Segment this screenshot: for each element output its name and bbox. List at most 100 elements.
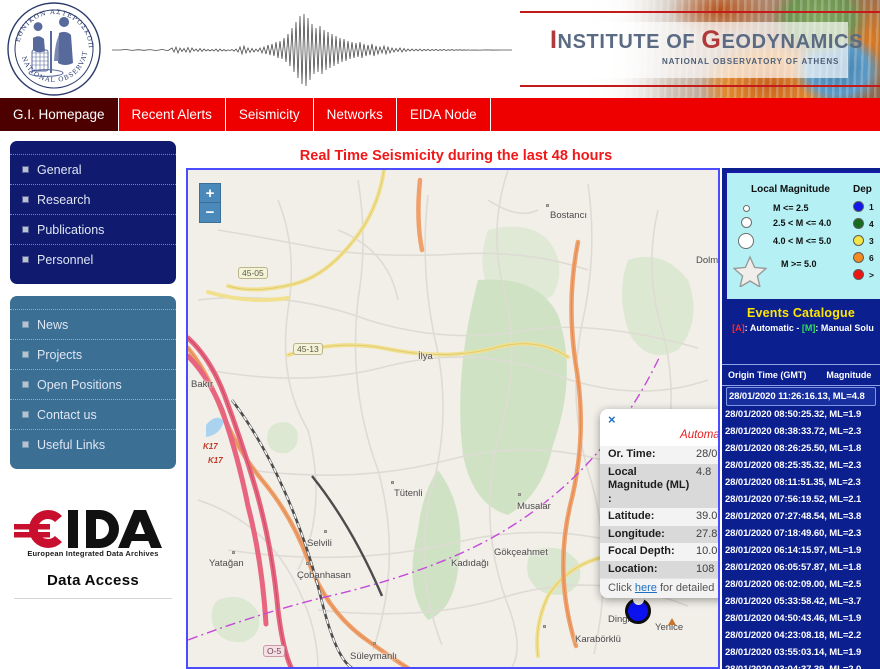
map-label-cobanhasan: Çobanhasan <box>297 570 351 581</box>
legend-label: 1 <box>869 202 874 212</box>
sidebar-item-useful-links[interactable]: Useful Links <box>10 429 176 459</box>
sidebar-item-label: Useful Links <box>37 438 105 452</box>
menu-secondary-bottom-spacer <box>10 459 176 469</box>
popup-value: 10.0 Km <box>694 543 720 561</box>
legend-automatic-tag: [A] <box>732 323 745 333</box>
sidebar-item-projects[interactable]: Projects <box>10 339 176 369</box>
depth-dot-icon <box>853 252 864 263</box>
popup-value: 27.8101 E <box>694 526 720 544</box>
page-title: Real Time Seismicity during the last 48 … <box>186 148 726 164</box>
event-row[interactable]: 28/01/2020 08:38:33.72, ML=2.3 <box>722 423 880 440</box>
data-access-label[interactable]: Data Access <box>8 572 178 589</box>
nav-item-eida-node[interactable]: EIDA Node <box>397 98 491 131</box>
legend-label: > <box>869 270 874 280</box>
sidebar-item-research[interactable]: Research <box>10 184 176 214</box>
event-row[interactable]: 28/01/2020 03:55:03.14, ML=1.9 <box>722 644 880 661</box>
popup-key: Local Magnitude (ML) : <box>600 464 694 509</box>
map-label-bostanci: Bostancı <box>550 210 587 221</box>
popup-key: Or. Time: <box>600 446 694 464</box>
sidebar-item-personnel[interactable]: Personnel <box>10 244 176 274</box>
event-info-popup[interactable]: × Automatic Solution Or. Time: 28/01/202… <box>600 409 720 598</box>
event-row[interactable]: 28/01/2020 03:04:37.39, ML=2.0 <box>722 661 880 669</box>
sidebar-menu-primary: General Research Publications Personnel <box>10 141 176 284</box>
subtitle-mid: : Automatic - <box>745 323 802 333</box>
event-row[interactable]: 28/01/2020 07:18:49.60, ML=2.3 <box>722 525 880 542</box>
popup-close-icon[interactable]: × <box>600 409 618 427</box>
popup-footer-pre: Click <box>608 582 635 594</box>
sidebar-item-label: Projects <box>37 348 82 362</box>
nav-item-seismicity[interactable]: Seismicity <box>226 98 314 131</box>
sidebar-item-open-positions[interactable]: Open Positions <box>10 369 176 399</box>
popup-heading: Automatic Solution <box>600 427 720 446</box>
legend-label: 4.0 < M <= 5.0 <box>773 236 831 246</box>
sidebar-item-contact-us[interactable]: Contact us <box>10 399 176 429</box>
sidebar-item-label: Open Positions <box>37 378 122 392</box>
legend-depth-item-4: 6 <box>853 252 874 263</box>
popup-row-origin-time: Or. Time: 28/01/2020 11:26:16.13 (GMT) <box>600 446 720 464</box>
legend-label: M <= 2.5 <box>773 203 809 213</box>
sidebar-item-publications[interactable]: Publications <box>10 214 176 244</box>
event-row[interactable]: 28/01/2020 06:05:57.87, ML=1.8 <box>722 559 880 576</box>
popup-row-latitude: Latitude: 39.0562 N <box>600 508 720 526</box>
eida-logo-block[interactable]: European Integrated Data Archives Data A… <box>8 507 178 599</box>
event-row[interactable]: 28/01/2020 08:25:35.32, ML=2.3 <box>722 457 880 474</box>
depth-dot-icon <box>853 235 864 246</box>
popup-detail-link[interactable]: here <box>635 582 657 594</box>
place-dot <box>232 551 235 554</box>
legend-label: 4 <box>869 219 874 229</box>
eida-wordmark-icon <box>8 507 178 551</box>
legend-magnitude-title: Local Magnitude <box>751 184 830 195</box>
legend-magnitude-item-2: 2.5 < M <= 4.0 <box>741 217 831 228</box>
event-row[interactable]: 28/01/2020 08:26:25.50, ML=1.8 <box>722 440 880 457</box>
site-header: ΕΘΝΙΚΟΝ ΑΣΤΕΡΟΣΚΟΠΕΙΟΝ ΑΘΗΝΩΝ NATIONAL O… <box>0 0 880 98</box>
event-row[interactable]: 28/01/2020 05:33:58.42, ML=3.7 <box>722 593 880 610</box>
nav-item-networks[interactable]: Networks <box>314 98 397 131</box>
sidebar-item-general[interactable]: General <box>10 154 176 184</box>
events-table-header: Origin Time (GMT) Magnitude <box>722 364 880 386</box>
bullet-icon <box>23 322 28 327</box>
event-row[interactable]: 28/01/2020 11:26:16.13, ML=4.8 <box>726 387 876 406</box>
map-label-tutenli: Tütenli <box>394 488 423 499</box>
zoom-out-button[interactable]: − <box>199 203 221 223</box>
sidebar-menu-secondary: News Projects Open Positions Contact us … <box>10 296 176 469</box>
event-row[interactable]: 28/01/2020 06:02:09.00, ML=2.5 <box>722 576 880 593</box>
event-row[interactable]: 28/01/2020 07:27:48.54, ML=3.8 <box>722 508 880 525</box>
popup-value: 28/01/2020 11:26:16.13 (GMT) <box>694 446 720 464</box>
nav-item-recent-alerts[interactable]: Recent Alerts <box>119 98 226 131</box>
banner-rule-top <box>520 11 880 13</box>
map-label-ilya: İlya <box>418 351 433 362</box>
popup-footer-post: for detailed event information. <box>657 582 720 594</box>
popup-value: 39.0562 N <box>694 508 720 526</box>
legend-magnitude-item-3: 4.0 < M <= 5.0 <box>738 233 831 249</box>
event-row[interactable]: 28/01/2020 06:14:15.97, ML=1.9 <box>722 542 880 559</box>
highway-label-k17-b: K17 <box>208 456 223 465</box>
banner-rule-bottom <box>520 85 880 87</box>
popup-footer: Click here for detailed event informatio… <box>600 578 720 598</box>
event-row[interactable]: 28/01/2020 08:11:51.35, ML=2.3 <box>722 474 880 491</box>
event-row[interactable]: 28/01/2020 07:56:19.52, ML=2.1 <box>722 491 880 508</box>
event-row[interactable]: 28/01/2020 04:23:08.18, ML=2.2 <box>722 627 880 644</box>
legend-label: M >= 5.0 <box>781 259 817 269</box>
events-list[interactable]: 28/01/2020 11:26:16.13, ML=4.8 28/01/202… <box>722 387 880 669</box>
institute-title-i: I <box>550 26 558 54</box>
bullet-icon <box>23 227 28 232</box>
sidebar-item-news[interactable]: News <box>10 309 176 339</box>
main-navigation: G.I. Homepage Recent Alerts Seismicity N… <box>0 98 880 131</box>
seismicity-map[interactable]: + − 45-05 45-13 45-12 O-5 K17 K17 Bostan… <box>186 168 720 669</box>
bullet-icon <box>23 442 28 447</box>
event-row[interactable]: 28/01/2020 04:50:43.46, ML=1.9 <box>722 610 880 627</box>
bullet-icon <box>23 352 28 357</box>
place-dot <box>518 493 521 496</box>
bullet-icon <box>23 167 28 172</box>
popup-row-longitude: Longitude: 27.8101 E <box>600 526 720 544</box>
zoom-in-button[interactable]: + <box>199 183 221 203</box>
legend-depth-item-2: 4 <box>853 218 874 229</box>
menu-primary-bottom-spacer <box>10 274 176 284</box>
legend-manual-tag: [M] <box>802 323 816 333</box>
nav-item-gi-homepage[interactable]: G.I. Homepage <box>0 98 119 131</box>
magnitude-circle-icon <box>738 233 754 249</box>
epicenter-marker[interactable] <box>625 598 653 626</box>
events-catalogue-subtitle: [A]: Automatic - [M]: Manual Solu <box>722 320 880 333</box>
map-zoom-control[interactable]: + − <box>199 183 221 223</box>
event-row[interactable]: 28/01/2020 08:50:25.32, ML=1.9 <box>722 406 880 423</box>
